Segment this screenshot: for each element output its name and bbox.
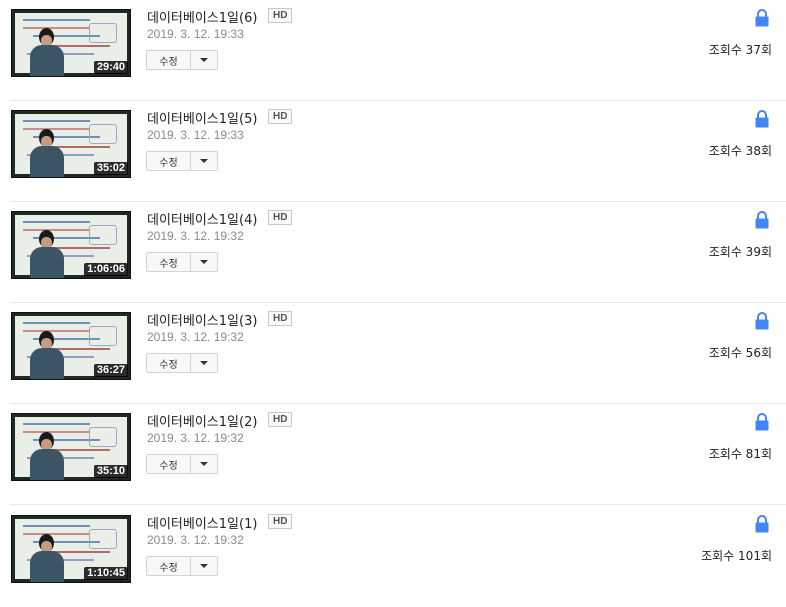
lecturer-image — [30, 230, 64, 278]
upload-date: 2019. 3. 12. 19:32 — [147, 533, 244, 547]
video-title[interactable]: 데이터베이스1일(3) — [147, 310, 257, 329]
video-title[interactable]: 데이터베이스1일(5) — [147, 108, 257, 127]
duration-badge: 36:27 — [93, 364, 128, 377]
view-count: 조회수 39회 — [708, 245, 772, 259]
duration-badge: 35:10 — [93, 465, 128, 478]
video-title[interactable]: 데이터베이스1일(1) — [147, 513, 257, 532]
edit-button[interactable]: 수정 — [146, 556, 191, 576]
edit-button-group: 수정 — [146, 252, 218, 272]
video-title[interactable]: 데이터베이스1일(2) — [147, 411, 257, 430]
edit-button[interactable]: 수정 — [146, 454, 191, 474]
chevron-down-icon — [200, 159, 208, 163]
view-count: 조회수 56회 — [708, 346, 772, 360]
lecturer-image — [30, 432, 64, 480]
chevron-down-icon — [200, 564, 208, 568]
video-row: 36:27 데이터베이스1일(3) HD 2019. 3. 12. 19:32 … — [0, 303, 786, 404]
edit-button-group: 수정 — [146, 556, 218, 576]
upload-date: 2019. 3. 12. 19:33 — [147, 27, 244, 41]
lock-icon[interactable] — [755, 9, 769, 27]
video-title[interactable]: 데이터베이스1일(4) — [147, 209, 257, 228]
hd-badge: HD — [268, 109, 293, 124]
hd-badge: HD — [268, 210, 293, 225]
edit-button-group: 수정 — [146, 50, 218, 70]
lecturer-image — [30, 129, 64, 177]
edit-menu-button[interactable] — [191, 252, 218, 272]
lecturer-image — [30, 28, 64, 76]
video-thumbnail[interactable]: 1:10:45 — [11, 515, 131, 583]
upload-date: 2019. 3. 12. 19:33 — [147, 128, 244, 142]
edit-button[interactable]: 수정 — [146, 50, 191, 70]
lock-icon[interactable] — [755, 110, 769, 128]
lock-icon[interactable] — [755, 211, 769, 229]
hd-badge: HD — [268, 8, 293, 23]
view-count: 조회수 101회 — [701, 549, 772, 563]
lock-icon[interactable] — [755, 312, 769, 330]
duration-badge: 35:02 — [93, 162, 128, 175]
video-thumbnail[interactable]: 36:27 — [11, 312, 131, 380]
edit-button[interactable]: 수정 — [146, 151, 191, 171]
duration-badge: 1:06:06 — [84, 263, 128, 276]
video-row: 1:06:06 데이터베이스1일(4) HD 2019. 3. 12. 19:3… — [0, 202, 786, 303]
video-row: 35:10 데이터베이스1일(2) HD 2019. 3. 12. 19:32 … — [0, 404, 786, 505]
video-thumbnail[interactable]: 1:06:06 — [11, 211, 131, 279]
edit-button[interactable]: 수정 — [146, 252, 191, 272]
lock-icon[interactable] — [755, 413, 769, 431]
video-row: 35:02 데이터베이스1일(5) HD 2019. 3. 12. 19:33 … — [0, 101, 786, 202]
chevron-down-icon — [200, 361, 208, 365]
upload-date: 2019. 3. 12. 19:32 — [147, 431, 244, 445]
edit-menu-button[interactable] — [191, 50, 218, 70]
lecturer-image — [30, 534, 64, 582]
edit-menu-button[interactable] — [191, 454, 218, 474]
hd-badge: HD — [268, 514, 293, 529]
duration-badge: 29:40 — [93, 61, 128, 74]
edit-menu-button[interactable] — [191, 151, 218, 171]
upload-date: 2019. 3. 12. 19:32 — [147, 330, 244, 344]
chevron-down-icon — [200, 462, 208, 466]
hd-badge: HD — [268, 412, 293, 427]
view-count: 조회수 38회 — [708, 144, 772, 158]
edit-button[interactable]: 수정 — [146, 353, 191, 373]
video-title[interactable]: 데이터베이스1일(6) — [147, 7, 257, 26]
video-row: 1:10:45 데이터베이스1일(1) HD 2019. 3. 12. 19:3… — [0, 506, 786, 607]
video-thumbnail[interactable]: 35:02 — [11, 110, 131, 178]
chevron-down-icon — [200, 58, 208, 62]
divider — [10, 504, 786, 505]
lecturer-image — [30, 331, 64, 379]
hd-badge: HD — [268, 311, 293, 326]
chevron-down-icon — [200, 260, 208, 264]
view-count: 조회수 37회 — [708, 43, 772, 57]
edit-menu-button[interactable] — [191, 556, 218, 576]
video-thumbnail[interactable]: 29:40 — [11, 9, 131, 77]
lock-icon[interactable] — [755, 515, 769, 533]
edit-menu-button[interactable] — [191, 353, 218, 373]
edit-button-group: 수정 — [146, 454, 218, 474]
video-row: 29:40 데이터베이스1일(6) HD 2019. 3. 12. 19:33 … — [0, 0, 786, 101]
video-list: 29:40 데이터베이스1일(6) HD 2019. 3. 12. 19:33 … — [0, 0, 786, 589]
video-thumbnail[interactable]: 35:10 — [11, 413, 131, 481]
edit-button-group: 수정 — [146, 151, 218, 171]
edit-button-group: 수정 — [146, 353, 218, 373]
duration-badge: 1:10:45 — [84, 567, 128, 580]
view-count: 조회수 81회 — [708, 447, 772, 461]
upload-date: 2019. 3. 12. 19:32 — [147, 229, 244, 243]
